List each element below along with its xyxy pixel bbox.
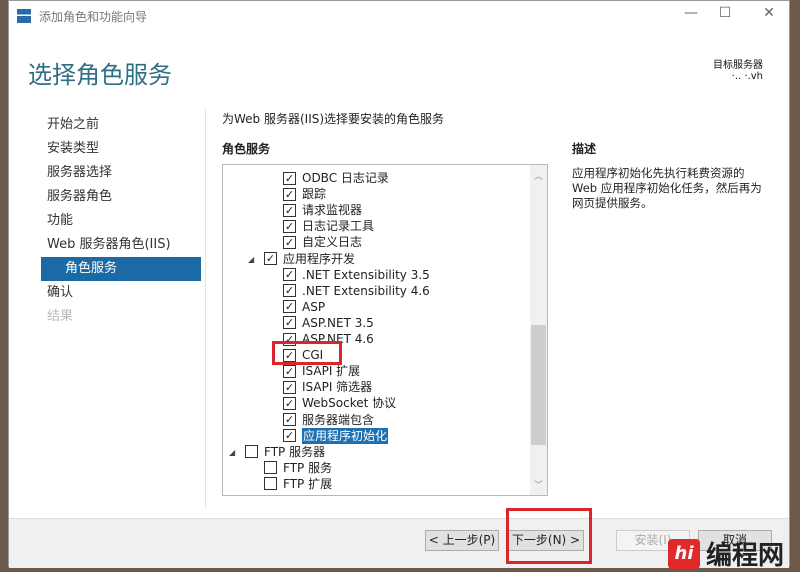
tree-item[interactable]: ✓ ASP (283, 299, 325, 315)
checkbox[interactable] (264, 461, 277, 475)
checkbox[interactable]: ✓ (283, 380, 296, 394)
nav-item[interactable]: 服务器角色 (41, 185, 201, 209)
cgi-highlight-box (272, 341, 342, 365)
expand-icon[interactable]: ◢ (248, 255, 254, 264)
logo-mark: hi (668, 538, 700, 569)
checkbox[interactable]: ✓ (283, 219, 296, 233)
checkbox[interactable] (245, 445, 258, 459)
tree-item-label: .NET Extensibility 4.6 (302, 283, 430, 298)
tree-item[interactable]: ✓ ASP.NET 3.5 (283, 315, 374, 331)
tree-item-label: ISAPI 筛选器 (302, 380, 373, 395)
tree-item[interactable]: FTP 服务器 (245, 444, 325, 460)
tree-item[interactable]: ✓ 应用程序初始化 (283, 427, 389, 444)
tree-item[interactable]: ✓ 应用程序开发 (264, 251, 355, 267)
tree-item[interactable]: ✓ 日志记录工具 (283, 218, 374, 234)
tree-item[interactable]: ✓ ODBC 日志记录 (283, 170, 389, 186)
tree-item-label: WebSocket 协议 (302, 396, 397, 411)
tree-item[interactable]: ✓ 服务器端包含 (283, 412, 374, 428)
watermark-logo: hi 编程网 (668, 535, 784, 572)
tree-item-label: 请求监视器 (302, 203, 363, 218)
tree-item-label: 跟踪 (302, 187, 327, 202)
checkbox[interactable]: ✓ (283, 429, 296, 443)
tree-item-label: ODBC 日志记录 (302, 171, 389, 185)
nav-item[interactable]: 确认 (41, 281, 201, 305)
checkbox[interactable]: ✓ (283, 316, 296, 330)
checkbox[interactable]: ✓ (283, 413, 296, 426)
checkbox[interactable]: ✓ (283, 187, 296, 201)
checkbox[interactable]: ✓ (283, 171, 296, 185)
close-button[interactable]: ✕ (749, 5, 789, 21)
next-highlight-box (506, 508, 592, 564)
previous-button[interactable]: < 上一步(P) (425, 530, 499, 551)
checkbox[interactable]: ✓ (264, 252, 277, 265)
nav-item[interactable]: 开始之前 (41, 113, 201, 137)
tree-item-label: ASP (302, 299, 326, 314)
instruction-text: 为Web 服务器(IIS)选择要安装的角色服务 (222, 112, 445, 126)
checkbox[interactable]: ✓ (283, 203, 296, 217)
tree-item[interactable]: FTP 服务 (264, 460, 332, 476)
scrollbar-thumb[interactable] (531, 325, 546, 445)
checkbox[interactable]: ✓ (283, 364, 296, 378)
nav-item[interactable]: Web 服务器角色(IIS) (41, 233, 201, 257)
nav-item[interactable]: 服务器选择 (41, 161, 201, 185)
maximize-button[interactable]: ☐ (705, 5, 745, 21)
scrollbar[interactable]: ︿ ﹀ (530, 165, 547, 495)
tree-item-label: 应用程序初始化 (302, 427, 389, 444)
scroll-down-icon[interactable]: ﹀ (530, 478, 547, 491)
tree-item-label: FTP 扩展 (283, 476, 333, 491)
logo-text: 编程网 (706, 541, 785, 571)
target-server: 目标服务器 ·.. ·.vh (713, 56, 763, 82)
tree-item-label: 日志记录工具 (302, 219, 375, 234)
role-services-header: 角色服务 (222, 142, 271, 156)
tree-item[interactable]: ✓ 自定义日志 (283, 234, 362, 250)
tree-item-label: FTP 服务 (283, 460, 333, 475)
wizard-window: 添加角色和功能向导 — ☐ ✕ 选择角色服务 目标服务器 ·.. ·.vh 开始… (8, 0, 790, 568)
tree-item-label: ASP.NET 3.5 (302, 315, 374, 330)
expand-icon[interactable]: ◢ (229, 448, 235, 457)
nav-item[interactable]: 安装类型 (41, 137, 201, 161)
tree-item[interactable]: ✓ WebSocket 协议 (283, 395, 396, 411)
tree-item[interactable]: ✓ ISAPI 筛选器 (283, 379, 372, 395)
tree-item-label: ISAPI 扩展 (302, 364, 361, 379)
target-server-label: 目标服务器 (713, 60, 763, 71)
tree-item[interactable]: ✓ .NET Extensibility 3.5 (283, 267, 430, 283)
description-header: 描述 (572, 142, 597, 156)
tree-item-label: .NET Extensibility 3.5 (302, 267, 430, 282)
tree-item-label: FTP 服务器 (264, 444, 326, 459)
tree-item[interactable]: ✓ 请求监视器 (283, 202, 362, 218)
role-services-tree[interactable]: ︿ ﹀ ✓ ODBC 日志记录 ✓ 跟踪 ✓ 请求监视器 ✓ 日志记录工具 ✓ 自定义日志 ◢ ✓ 应用… (222, 164, 548, 496)
nav-item[interactable]: 角色服务 (41, 257, 201, 281)
divider (205, 109, 206, 509)
checkbox[interactable]: ✓ (283, 396, 296, 410)
tree-item-label: 自定义日志 (302, 235, 363, 250)
page-title: 选择角色服务 (28, 61, 172, 89)
tree-item-label: 应用程序开发 (283, 251, 356, 266)
app-icon (17, 9, 31, 23)
scroll-up-icon[interactable]: ︿ (530, 169, 547, 182)
description-text: 应用程序初始化先执行耗费资源的 Web 应用程序初始化任务，然后再为网页提供服务… (572, 166, 762, 210)
target-server-name: ·.. ·.vh (731, 71, 763, 82)
checkbox[interactable]: ✓ (283, 268, 296, 282)
checkbox[interactable]: ✓ (283, 300, 296, 314)
checkbox[interactable]: ✓ (283, 284, 296, 298)
nav-item[interactable]: 功能 (41, 209, 201, 233)
tree-item[interactable]: FTP 扩展 (264, 476, 332, 492)
checkbox[interactable]: ✓ (283, 235, 296, 249)
tree-item[interactable]: ✓ 跟踪 (283, 186, 326, 202)
checkbox[interactable] (264, 477, 277, 491)
wizard-nav: 开始之前 安装类型 服务器选择 服务器角色 功能 Web 服务器角色(IIS) 角色服务 确认… (41, 113, 201, 329)
tree-item-label: 服务器端包含 (302, 412, 375, 427)
window-title: 添加角色和功能向导 (39, 9, 148, 24)
tree-item[interactable]: ✓ .NET Extensibility 4.6 (283, 283, 430, 299)
nav-item: 结果 (47, 309, 74, 324)
tree-item[interactable]: ✓ ISAPI 扩展 (283, 363, 360, 379)
